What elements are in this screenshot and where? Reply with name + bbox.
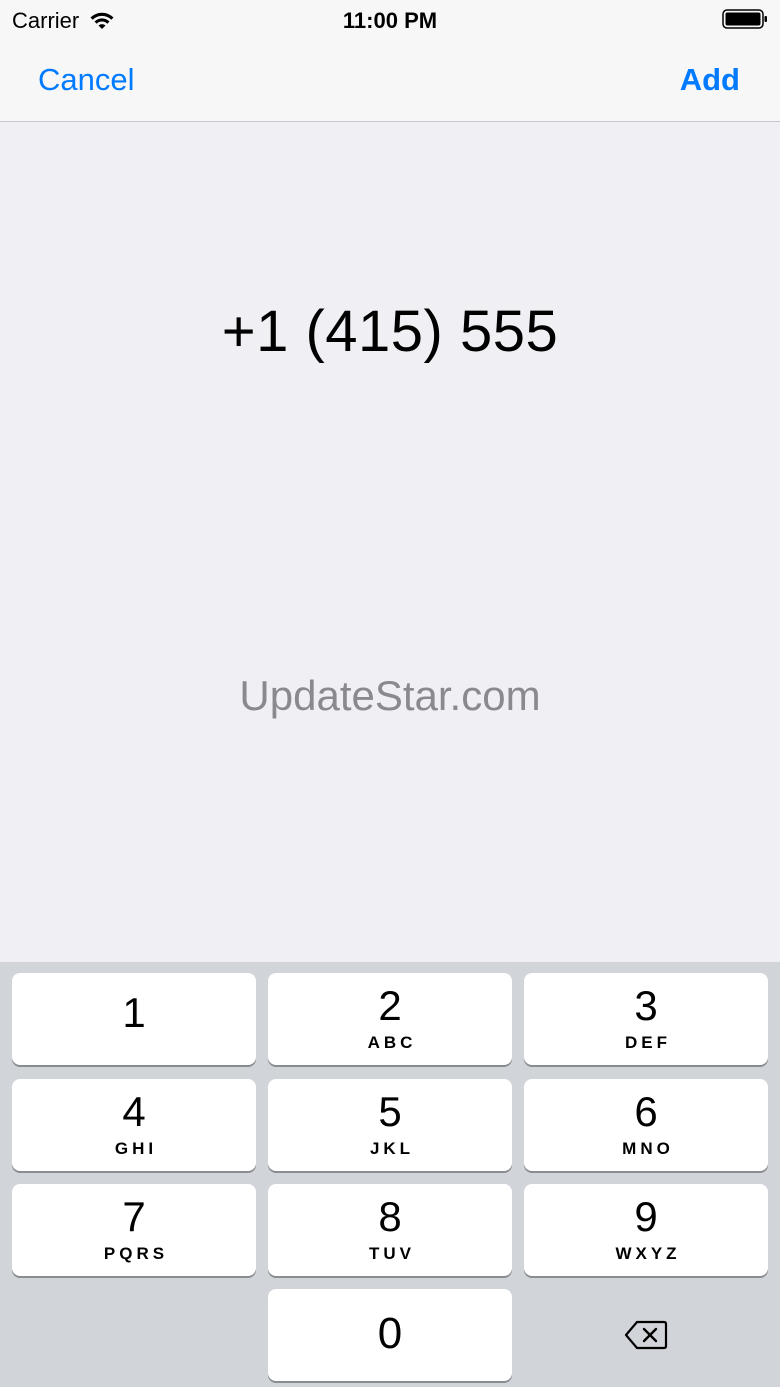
phone-number-display: +1 (415) 555 xyxy=(221,299,559,364)
key-letters: WXYZ xyxy=(615,1244,681,1263)
key-4[interactable]: 4 GHI xyxy=(12,1079,256,1171)
key-letters: DEF xyxy=(625,1033,671,1052)
numeric-keypad: 1 2 ABC 3 DEF 4 GHI 5 JKL 6 MNO 7 PQRS 8 xyxy=(0,962,780,1387)
key-digit: 1 xyxy=(122,989,146,1036)
key-letters: JKL xyxy=(369,1139,415,1158)
key-digit: 3 xyxy=(634,982,658,1029)
watermark-text: UpdateStar.com xyxy=(239,672,541,719)
key-8[interactable]: 8 TUV xyxy=(268,1184,512,1276)
key-digit: 0 xyxy=(377,1309,403,1358)
key-9[interactable]: 9 WXYZ xyxy=(524,1184,768,1276)
key-2[interactable]: 2 ABC xyxy=(268,973,512,1065)
key-digit: 2 xyxy=(378,982,402,1029)
key-digit: 5 xyxy=(378,1088,402,1135)
key-digit: 9 xyxy=(634,1193,658,1240)
key-digit: 4 xyxy=(122,1088,146,1135)
key-letters: ABC xyxy=(367,1033,417,1052)
key-letters: TUV xyxy=(369,1244,415,1263)
key-digit: 6 xyxy=(634,1088,658,1135)
key-6[interactable]: 6 MNO xyxy=(524,1079,768,1171)
key-7[interactable]: 7 PQRS xyxy=(12,1184,256,1276)
key-1[interactable]: 1 xyxy=(12,973,256,1065)
status-time: 11:00 PM xyxy=(342,8,438,33)
delete-backward-icon xyxy=(624,1320,668,1350)
phone-screen: Carrier 11:00 PM Cancel Add +1 (415) 555… xyxy=(0,0,780,1387)
key-5[interactable]: 5 JKL xyxy=(268,1079,512,1171)
key-0[interactable]: 0 xyxy=(268,1289,512,1381)
delete-key[interactable] xyxy=(524,1289,768,1381)
navigation-bar: Cancel Add xyxy=(0,40,780,122)
key-letters: PQRS xyxy=(103,1244,169,1263)
add-button[interactable]: Add xyxy=(680,62,740,98)
key-digit: 7 xyxy=(122,1193,146,1240)
key-3[interactable]: 3 DEF xyxy=(524,973,768,1065)
status-bar: Carrier 11:00 PM xyxy=(0,0,780,40)
key-digit: 8 xyxy=(378,1193,402,1240)
key-letters: MNO xyxy=(622,1139,674,1158)
battery-icon xyxy=(722,9,767,29)
cancel-button[interactable]: Cancel xyxy=(38,62,135,98)
key-letters: GHI xyxy=(114,1139,158,1158)
